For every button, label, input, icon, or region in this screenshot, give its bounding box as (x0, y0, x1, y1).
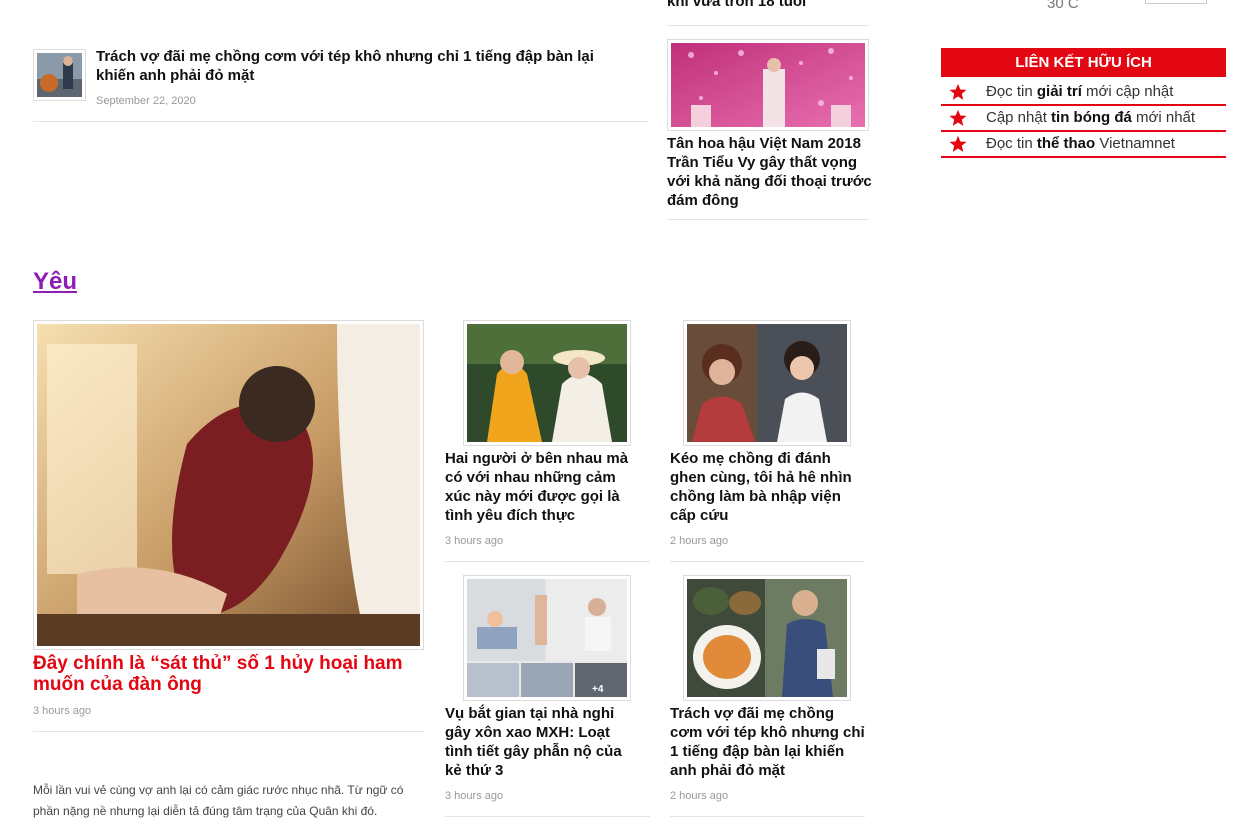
weather-select[interactable] (1145, 0, 1207, 4)
article-title[interactable]: Vụ bắt gian tại nhà nghỉ gây xôn xao MXH… (445, 704, 640, 780)
article-time: 2 hours ago (670, 535, 729, 547)
useful-link-sports[interactable]: Đọc tin thể thao Vietnamnet (941, 132, 1226, 158)
featured-time: 3 hours ago (33, 705, 92, 717)
featured-image (37, 324, 420, 646)
article-title[interactable]: Trách vợ đãi mẹ chồng cơm với tép khô nh… (670, 704, 865, 780)
featured-excerpt: Mỗi lần vui vẻ cùng vợ anh lại có cảm gi… (33, 783, 404, 818)
article-title[interactable]: Trách vợ đãi mẹ chồng cơm với tép khô nh… (96, 47, 636, 85)
divider (445, 561, 650, 562)
section-title[interactable]: Yêu (33, 268, 77, 296)
useful-link-entertainment[interactable]: Đọc tin giải trí mới cập nhật (941, 80, 1226, 106)
divider (33, 731, 424, 732)
article-image (467, 324, 627, 442)
article-thumbnail[interactable] (667, 39, 869, 131)
useful-link-text: Đọc tin thể thao Vietnamnet (986, 135, 1175, 152)
article-time: 3 hours ago (445, 535, 504, 547)
useful-link-text: Cập nhật tin bóng đá mới nhất (986, 109, 1196, 126)
star-icon (949, 109, 967, 126)
weather-temperature: 30 C (1047, 0, 1079, 12)
article-image (671, 43, 865, 127)
article-title[interactable]: Hai người ở bên nhau mà có với nhau nhữn… (445, 449, 640, 525)
article-date: September 22, 2020 (96, 95, 196, 107)
article-title-cut[interactable]: khi vừa tròn 18 tuổi (667, 0, 867, 11)
featured-title[interactable]: Đây chính là “sát thủ” số 1 hủy hoại ham… (33, 653, 433, 695)
divider (667, 25, 869, 26)
article-title[interactable]: Kéo mẹ chồng đi đánh ghen cùng, tôi hả h… (670, 449, 865, 525)
useful-link-text: Đọc tin giải trí mới cập nhật (986, 83, 1174, 100)
divider (670, 561, 865, 562)
weather-icon (953, 0, 983, 2)
divider (667, 219, 869, 220)
article-thumbnail[interactable] (683, 575, 851, 701)
gallery-count-badge: +4 (592, 684, 604, 695)
article-image (37, 53, 82, 97)
article-time: 3 hours ago (445, 790, 504, 802)
divider (670, 816, 865, 817)
featured-thumbnail[interactable] (33, 320, 424, 650)
useful-links-header: LIÊN KẾT HỮU ÍCH (941, 48, 1226, 77)
article-thumbnail[interactable] (33, 49, 86, 101)
article-thumbnail[interactable]: +4 (463, 575, 631, 701)
star-icon (949, 135, 967, 152)
article-time: 2 hours ago (670, 790, 729, 802)
article-thumbnail[interactable] (463, 320, 631, 446)
article-image (687, 579, 847, 697)
divider (33, 121, 648, 122)
useful-link-football[interactable]: Cập nhật tin bóng đá mới nhất (941, 106, 1226, 132)
divider (445, 816, 650, 817)
article-title[interactable]: Tân hoa hậu Việt Nam 2018 Trần Tiểu Vy g… (667, 134, 872, 210)
article-image (687, 324, 847, 442)
article-image (467, 579, 627, 697)
article-thumbnail[interactable] (683, 320, 851, 446)
star-icon (949, 83, 967, 100)
